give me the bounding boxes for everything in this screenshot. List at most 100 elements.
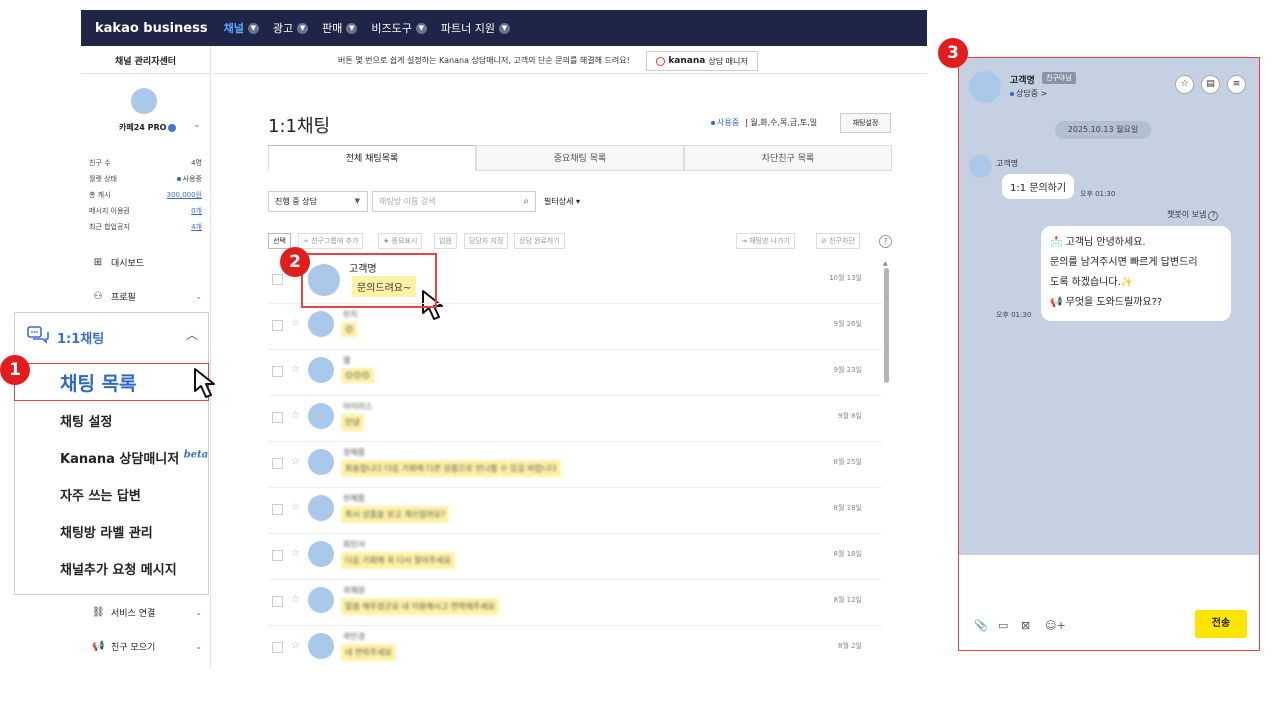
chat-row-name: 고객명: [349, 264, 377, 275]
mark-important-button[interactable]: ★ 중요표시: [378, 233, 423, 249]
avatar: [308, 311, 334, 337]
send-button[interactable]: 전송: [1195, 610, 1247, 638]
row-checkbox[interactable]: [272, 366, 283, 377]
chat-search-input[interactable]: 채팅방 이름 검색 ⌕: [372, 191, 536, 212]
help-icon[interactable]: ?: [879, 235, 892, 248]
chevron-down-icon: ▼: [415, 22, 427, 34]
step-badge-3: 3: [938, 38, 968, 68]
saved-reply-icon[interactable]: ▭: [998, 619, 1008, 632]
help-icon[interactable]: ?: [1208, 211, 1219, 221]
select-button[interactable]: 선택: [268, 233, 291, 249]
kanana-promo-button[interactable]: kanana 상담 매니저: [646, 51, 758, 71]
chevron-down-icon: ▼: [297, 22, 309, 34]
non-friend-badge: 친구아님: [1042, 72, 1076, 84]
chat-row[interactable]: ☆ 헬 😊😊😊 9월 23일: [268, 350, 882, 396]
status-dot-icon: [711, 120, 715, 125]
star-icon[interactable]: ☆: [291, 594, 300, 605]
chat-row[interactable]: ☆ 정혜름 최송합니다 다음 기회에 다른 상품으로 만나뵐 수 있길 바랍니다 8월…: [268, 442, 882, 488]
sidebar-item-1on1-chat[interactable]: 1:1채팅: [27, 326, 104, 348]
star-icon[interactable]: ☆: [291, 318, 300, 329]
channel-avatar: [131, 88, 157, 114]
nav-biz-tools[interactable]: 비즈도구 ▼: [371, 20, 427, 36]
sidebar-item-label-manage[interactable]: 채팅방 라벨 관리: [60, 522, 153, 541]
sidebar-item-dashboard[interactable]: ⊞ 대시보드: [92, 256, 202, 269]
brand-logo[interactable]: kakao business: [95, 21, 208, 36]
scroll-up-icon[interactable]: ▲: [883, 260, 888, 267]
stat-notices: 최근 합업공지 4개: [89, 223, 202, 231]
step-badge-1: 1: [0, 355, 30, 385]
list-scrollbar[interactable]: [884, 268, 889, 383]
tab-all-chats[interactable]: 전체 채팅목록: [268, 145, 476, 171]
star-icon[interactable]: ☆: [291, 364, 300, 375]
status-dot-icon: [1010, 91, 1014, 96]
chevron-down-icon[interactable]: ⌄: [193, 120, 201, 130]
top-nav: kakao business 채널 ▼ 광고 ▼ 판매 ▼ 비즈도구 ▼ 파트너 지원 ▼: [81, 10, 927, 46]
sidebar-item-chat-list[interactable]: 채팅 목록: [60, 369, 137, 396]
mark-read-button[interactable]: 읽음: [434, 233, 457, 249]
channel-name: 카페24 PRO: [119, 122, 177, 133]
sidebar-item-saved-replies[interactable]: 자주 쓰는 답변: [60, 485, 141, 504]
chat-row[interactable]: ☆ 천혜름 혹시 상품을 보고 계신걸까요? 8월 18일: [268, 488, 882, 534]
row-checkbox[interactable]: [272, 642, 283, 653]
star-icon[interactable]: ☆: [291, 640, 300, 651]
attach-icon[interactable]: 📎: [974, 619, 988, 632]
sidebar-item-chat-settings[interactable]: 채팅 설정: [60, 411, 112, 430]
nav-channel[interactable]: 채널 ▼: [224, 20, 259, 36]
chevron-down-icon: ▼: [346, 22, 358, 34]
avatar: [308, 357, 334, 383]
sidebar-item-service-connect[interactable]: ⛓ 서비스 연결 ⌄: [92, 606, 202, 619]
chevron-up-icon[interactable]: ︿: [186, 326, 198, 343]
memo-icon[interactable]: ▤: [1201, 75, 1220, 94]
tab-blocked-friends[interactable]: 차단친구 목록: [684, 145, 892, 171]
chat-settings-button[interactable]: 채팅설정: [840, 113, 891, 133]
chat-row[interactable]: ☆ 아이러스 안녕 9월 8일: [268, 396, 882, 442]
chat-row-message[interactable]: 문의드려요~: [352, 276, 417, 297]
row-checkbox[interactable]: [272, 458, 283, 469]
star-icon[interactable]: ☆: [1175, 75, 1194, 94]
star-icon[interactable]: ☆: [291, 502, 300, 513]
date-divider: 2025.10.13 월요일: [1055, 121, 1151, 139]
star-icon[interactable]: ☆: [291, 410, 300, 421]
row-checkbox[interactable]: [272, 320, 283, 331]
template-icon[interactable]: ⊠: [1021, 619, 1030, 632]
block-friend-button[interactable]: ⊘ 친구차단: [816, 233, 860, 249]
menu-icon[interactable]: ≡: [1227, 75, 1246, 94]
status-filter-select[interactable]: 진행 중 상담 ▼: [268, 191, 368, 212]
row-checkbox[interactable]: [272, 550, 283, 561]
star-icon[interactable]: ☆: [291, 456, 300, 467]
star-icon[interactable]: ☆: [291, 548, 300, 559]
tab-important-chats[interactable]: 중요채팅 목록: [476, 145, 684, 171]
chat-row[interactable]: ☆ 곽채원 말씀 해주셨군요 네 이용해시고 연락해주세요 8월 12일: [268, 580, 882, 626]
message-time: 오후 01:30: [1080, 190, 1116, 198]
sidebar-item-profile[interactable]: ⚇ 프로필 ⌄: [92, 290, 202, 303]
add-to-group-button[interactable]: + 친구그룹에 추가: [298, 233, 364, 249]
sidebar-item-kanana-manager[interactable]: Kanana 상담매니저 beta: [60, 448, 208, 467]
kanana-logo-icon: [656, 56, 666, 66]
sidebar-item-collect-friends[interactable]: 📢 친구 모으기 ⌄: [92, 640, 202, 653]
complete-consult-button[interactable]: 상담 완료하기: [514, 233, 565, 249]
filter-detail-dropdown[interactable]: 필터상세 ▾: [544, 196, 580, 207]
chat-row[interactable]: ☆ 최민서 다음 기회에 꼭 다시 찾아주세요 8월 18일: [268, 534, 882, 580]
avatar: [308, 587, 334, 613]
link-icon: ⛓: [92, 607, 105, 618]
chat-row[interactable]: ☆ 곽민경 네 연락주세요 8월 2일: [268, 626, 882, 668]
status-dot-icon: [176, 177, 181, 181]
nav-partner-support[interactable]: 파트너 지원 ▼: [441, 20, 510, 36]
leave-chat-button[interactable]: ⇥ 채팅방 나가기: [736, 233, 795, 249]
avatar: [308, 495, 334, 521]
row-checkbox[interactable]: [272, 412, 283, 423]
stat-wallet: 월렛 상태 사용중: [89, 175, 202, 183]
avatar: [308, 264, 340, 296]
nav-ads[interactable]: 광고 ▼: [273, 20, 309, 36]
stat-message-credits: 메시지 이용권 0개: [89, 207, 202, 215]
chat-row[interactable]: ☆ 린지 😊 9월 26일: [268, 304, 882, 350]
row-checkbox[interactable]: [272, 504, 283, 515]
sidebar-item-add-request-message[interactable]: 채널추가 요청 메시지: [60, 559, 177, 578]
assign-agent-button[interactable]: 담당자 지정: [464, 233, 509, 249]
row-checkbox[interactable]: [272, 274, 283, 285]
consult-status[interactable]: 상담중 >: [1010, 88, 1047, 99]
sender-name: 고객명: [996, 159, 1019, 168]
emoticon-add-icon[interactable]: ☺+: [1045, 619, 1066, 632]
nav-sales[interactable]: 판매 ▼: [322, 20, 358, 36]
row-checkbox[interactable]: [272, 596, 283, 607]
